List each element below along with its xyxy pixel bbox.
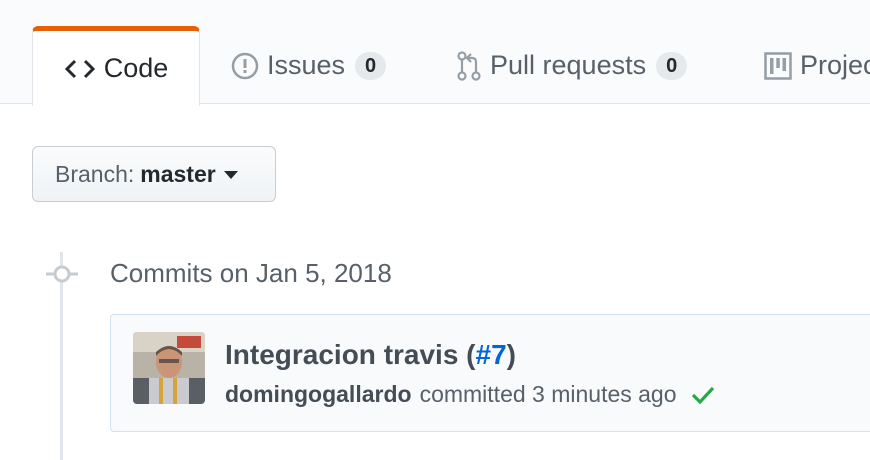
commit-author-link[interactable]: domingogallardo xyxy=(225,381,412,408)
commit-message[interactable]: Integracion travis ( xyxy=(225,339,476,370)
tab-code-label: Code xyxy=(103,53,169,83)
author-avatar[interactable] xyxy=(133,332,205,404)
tab-pull-requests-label: Pull requests xyxy=(490,50,647,80)
project-icon xyxy=(764,51,792,80)
branch-name: master xyxy=(140,160,216,187)
tab-issues[interactable]: Issues 0 xyxy=(231,26,387,105)
commit-meta: domingogallardo committed 3 minutes ago xyxy=(225,381,715,408)
pull-request-link[interactable]: #7 xyxy=(476,339,507,370)
commit-message-suffix: ) xyxy=(506,339,516,370)
commit-time-text: committed 3 minutes ago xyxy=(419,381,677,407)
code-icon xyxy=(64,58,96,80)
check-icon[interactable] xyxy=(691,385,715,405)
git-pull-request-icon xyxy=(456,50,482,81)
caret-down-icon xyxy=(223,171,238,179)
tab-pull-requests[interactable]: Pull requests 0 xyxy=(456,26,688,105)
issues-count-badge: 0 xyxy=(355,51,387,80)
commit-title: Integracion travis (#7) xyxy=(225,339,516,371)
tab-code[interactable]: Code xyxy=(32,26,200,106)
commit-list-item: Integracion travis (#7) domingogallardo … xyxy=(110,314,870,432)
branch-label: Branch: xyxy=(55,160,135,187)
tab-issues-label: Issues xyxy=(267,50,346,80)
repo-nav-tabs: Code Issues 0 Pull requests 0 Projec xyxy=(0,0,870,106)
branch-select-button[interactable]: Branch: master xyxy=(32,146,276,202)
tab-projects-label: Projec xyxy=(800,50,870,80)
tab-projects[interactable]: Projec xyxy=(764,26,870,105)
git-commit-icon xyxy=(44,262,80,286)
issue-opened-icon xyxy=(231,52,259,80)
pull-requests-count-badge: 0 xyxy=(656,51,688,80)
commits-date-heading: Commits on Jan 5, 2018 xyxy=(110,258,392,288)
